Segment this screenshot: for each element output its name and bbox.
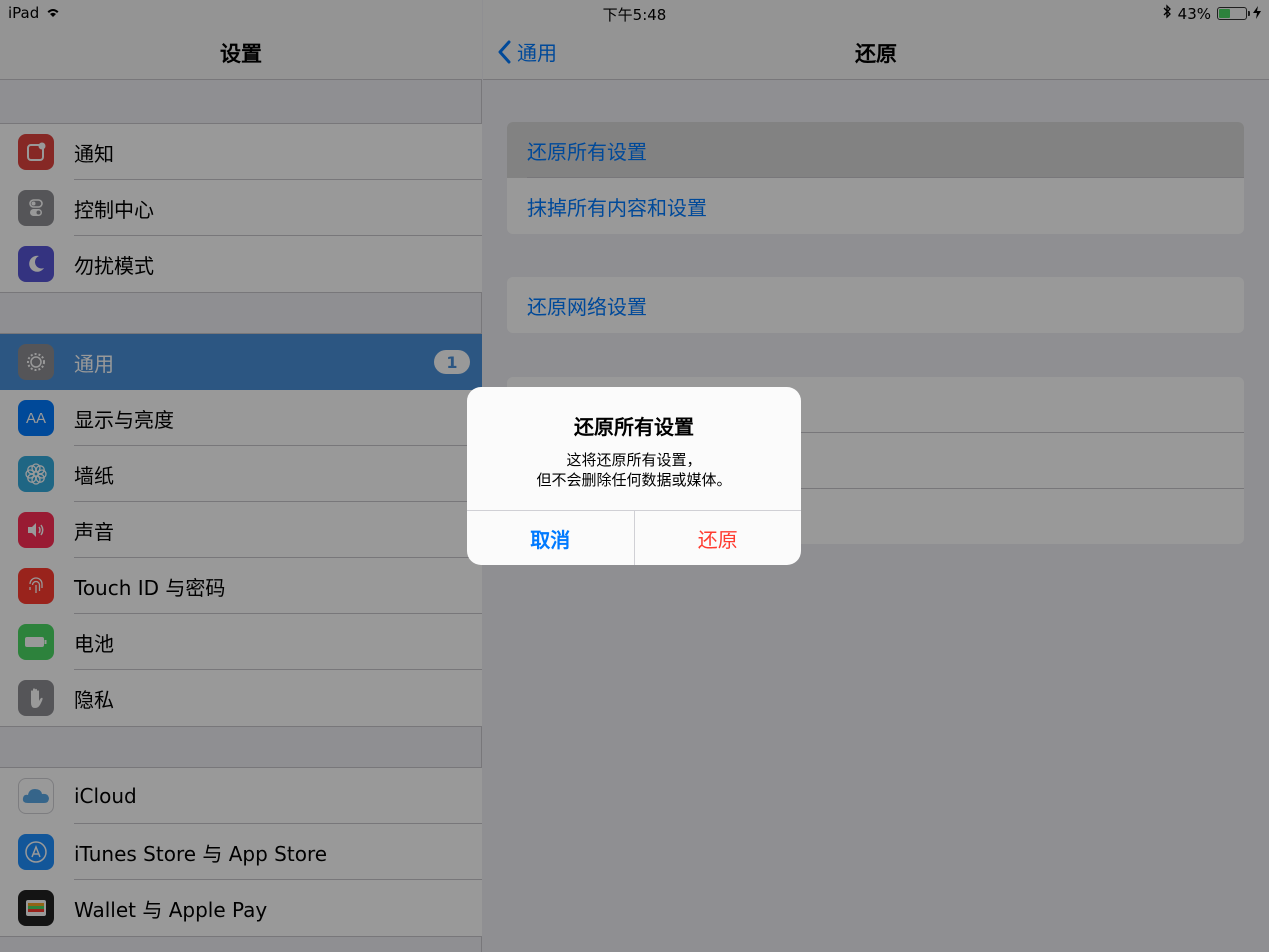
alert-buttons: 取消 还原 <box>467 510 801 565</box>
alert-message-line-1: 这将还原所有设置， <box>566 451 702 469</box>
alert-message: 这将还原所有设置， 但不会删除任何数据或媒体。 <box>467 450 801 490</box>
cancel-button[interactable]: 取消 <box>467 511 635 565</box>
alert-message-line-2: 但不会删除任何数据或媒体。 <box>536 471 732 489</box>
reset-confirm-alert: 还原所有设置 这将还原所有设置， 但不会删除任何数据或媒体。 取消 还原 <box>467 387 801 565</box>
confirm-reset-button[interactable]: 还原 <box>635 511 802 565</box>
alert-title: 还原所有设置 <box>574 415 694 439</box>
